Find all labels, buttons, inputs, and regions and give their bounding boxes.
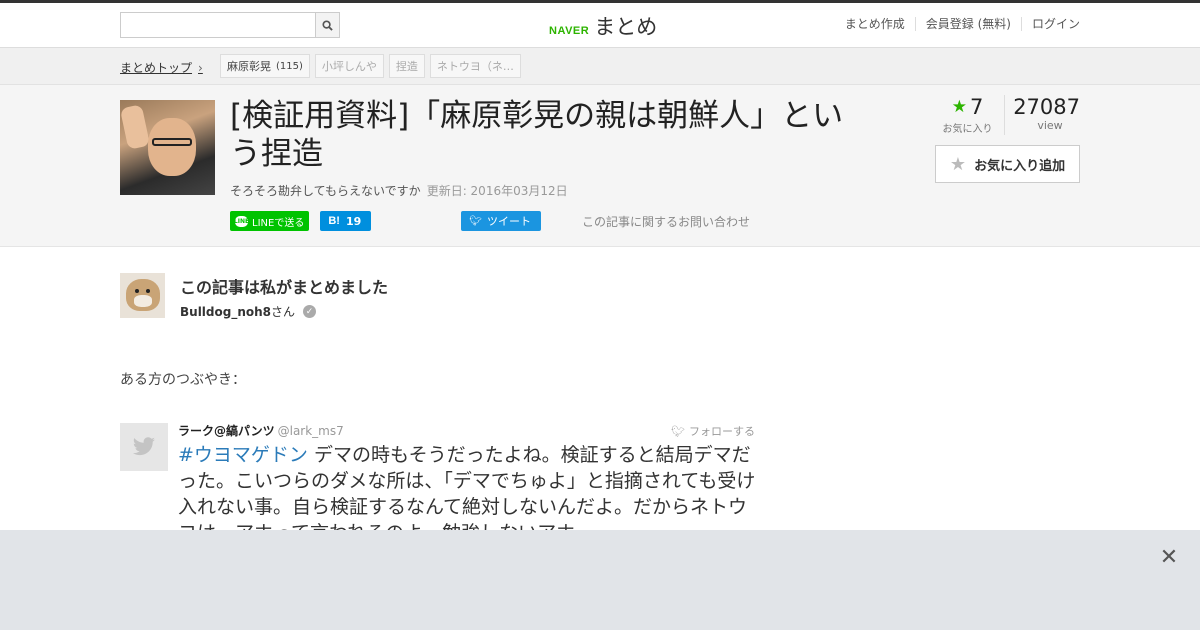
tag-label: 麻原彰晃 bbox=[227, 60, 271, 73]
top-header: NAVER まとめ まとめ作成 会員登録 (無料) ログイン bbox=[0, 0, 1200, 48]
twitter-bird-icon: 🐦︎ bbox=[469, 215, 482, 227]
article-description-line: そろそろ勘弁してもらえないですか 更新日: 2016年03月12日 bbox=[230, 182, 568, 199]
star-icon: ★ bbox=[951, 97, 967, 117]
tweet-hashtag[interactable]: #ウヨマゲドン bbox=[178, 444, 308, 466]
article-thumbnail bbox=[120, 100, 215, 195]
article-stats: ★ 7 お気に入り 27087 view bbox=[935, 95, 1080, 135]
author-suffix: さん bbox=[271, 305, 296, 319]
tweet-author-name[interactable]: ラーク@縞パンツ bbox=[178, 424, 275, 438]
page-title: [検証用資料]「麻原彰晃の親は朝鮮人」という捏造 bbox=[230, 98, 844, 172]
close-icon[interactable]: ✕ bbox=[1158, 547, 1180, 569]
hatena-count: 19 bbox=[345, 214, 362, 228]
author-name[interactable]: Bulldog_noh8 bbox=[180, 305, 271, 319]
intro-text: ある方のつぶやき： bbox=[120, 372, 246, 388]
star-icon: ★ bbox=[949, 153, 967, 175]
tweet-author-handle[interactable]: @lark_ms7 bbox=[278, 424, 344, 438]
tweet-button[interactable]: 🐦︎ ツイート bbox=[461, 211, 541, 231]
favorites-label: お気に入り bbox=[942, 124, 993, 135]
chevron-right-icon: › bbox=[198, 60, 203, 75]
favorites-count: 7 bbox=[969, 95, 984, 119]
verified-check-icon: ✓ bbox=[303, 305, 317, 318]
share-bar: LINE LINEで送る B! 19 🐦︎ ツイート この記事に関するお問い合わ… bbox=[230, 211, 750, 231]
views-count: 27087 bbox=[1013, 95, 1080, 119]
naver-matome-logo[interactable]: NAVER まとめ bbox=[549, 11, 657, 41]
search-box bbox=[120, 12, 340, 38]
login-link[interactable]: ログイン bbox=[1020, 17, 1080, 31]
add-favorite-button[interactable]: ★ お気に入り追加 bbox=[935, 145, 1080, 183]
author-name-line: Bulldog_noh8 さん ✓ bbox=[180, 303, 317, 320]
breadcrumb-home-link[interactable]: まとめトップ › bbox=[120, 59, 203, 76]
matome-logo-text: まとめ bbox=[594, 15, 658, 39]
article-description: そろそろ勘弁してもらえないですか bbox=[230, 184, 421, 198]
search-input[interactable] bbox=[120, 12, 315, 38]
line-icon: LINE bbox=[233, 215, 250, 227]
inquiry-link[interactable]: この記事に関するお問い合わせ bbox=[582, 213, 750, 230]
search-icon bbox=[322, 19, 333, 31]
register-link[interactable]: 会員登録 (無料) bbox=[914, 17, 1021, 31]
hatena-bookmark-button[interactable]: B! 19 bbox=[320, 211, 372, 231]
tag-list: 麻原彰晃 (115) 小坪しんや 捏造 ネトウヨ（ネ… bbox=[220, 54, 521, 78]
tag-kotsubo[interactable]: 小坪しんや bbox=[314, 54, 384, 78]
tag-netouyo[interactable]: ネトウヨ（ネ… bbox=[429, 54, 521, 78]
naver-logo-text: NAVER bbox=[549, 25, 590, 37]
tag-netsuzo[interactable]: 捏造 bbox=[388, 54, 425, 78]
author-heading: この記事は私がまとめました bbox=[180, 278, 389, 297]
tag-asahara[interactable]: 麻原彰晃 (115) bbox=[220, 54, 310, 78]
add-favorite-label: お気に入り追加 bbox=[974, 158, 1066, 174]
search-button[interactable] bbox=[315, 12, 340, 38]
tag-label: 小坪しんや bbox=[321, 60, 377, 73]
author-avatar[interactable] bbox=[120, 273, 165, 318]
favorites-stat: ★ 7 お気に入り bbox=[935, 95, 1005, 135]
follow-button[interactable]: 🐦︎ フォローする bbox=[671, 423, 755, 439]
breadcrumb: まとめトップ › 麻原彰晃 (115) 小坪しんや 捏造 ネトウヨ（ネ… bbox=[0, 48, 1200, 85]
tag-label: 捏造 bbox=[395, 60, 418, 73]
tweet-label: ツイート bbox=[486, 215, 531, 228]
line-share-label: LINEで送る bbox=[252, 217, 305, 229]
twitter-bird-icon bbox=[133, 437, 155, 456]
follow-label: フォローする bbox=[689, 425, 755, 438]
views-stat: 27087 view bbox=[1005, 95, 1080, 135]
header-links: まとめ作成 会員登録 (無料) ログイン bbox=[835, 17, 1080, 31]
hatena-icon: B! bbox=[328, 215, 340, 227]
breadcrumb-home-label: まとめトップ bbox=[120, 61, 193, 75]
line-share-button[interactable]: LINE LINEで送る bbox=[230, 211, 310, 231]
tag-label: ネトウヨ（ネ… bbox=[436, 60, 514, 73]
views-label: view bbox=[1037, 119, 1063, 132]
twitter-bird-icon: 🐦︎ bbox=[671, 424, 685, 438]
updated-date: 更新日: 2016年03月12日 bbox=[426, 184, 568, 198]
tweet-author: ラーク@縞パンツ @lark_ms7 bbox=[178, 422, 344, 439]
bottom-overlay-banner: ✕ bbox=[0, 530, 1200, 630]
tag-count: (115) bbox=[276, 60, 303, 72]
create-matome-link[interactable]: まとめ作成 bbox=[835, 17, 915, 31]
article-header: [検証用資料]「麻原彰晃の親は朝鮮人」という捏造 そろそろ勘弁してもらえないです… bbox=[0, 85, 1200, 247]
tweet-avatar[interactable] bbox=[120, 423, 168, 471]
